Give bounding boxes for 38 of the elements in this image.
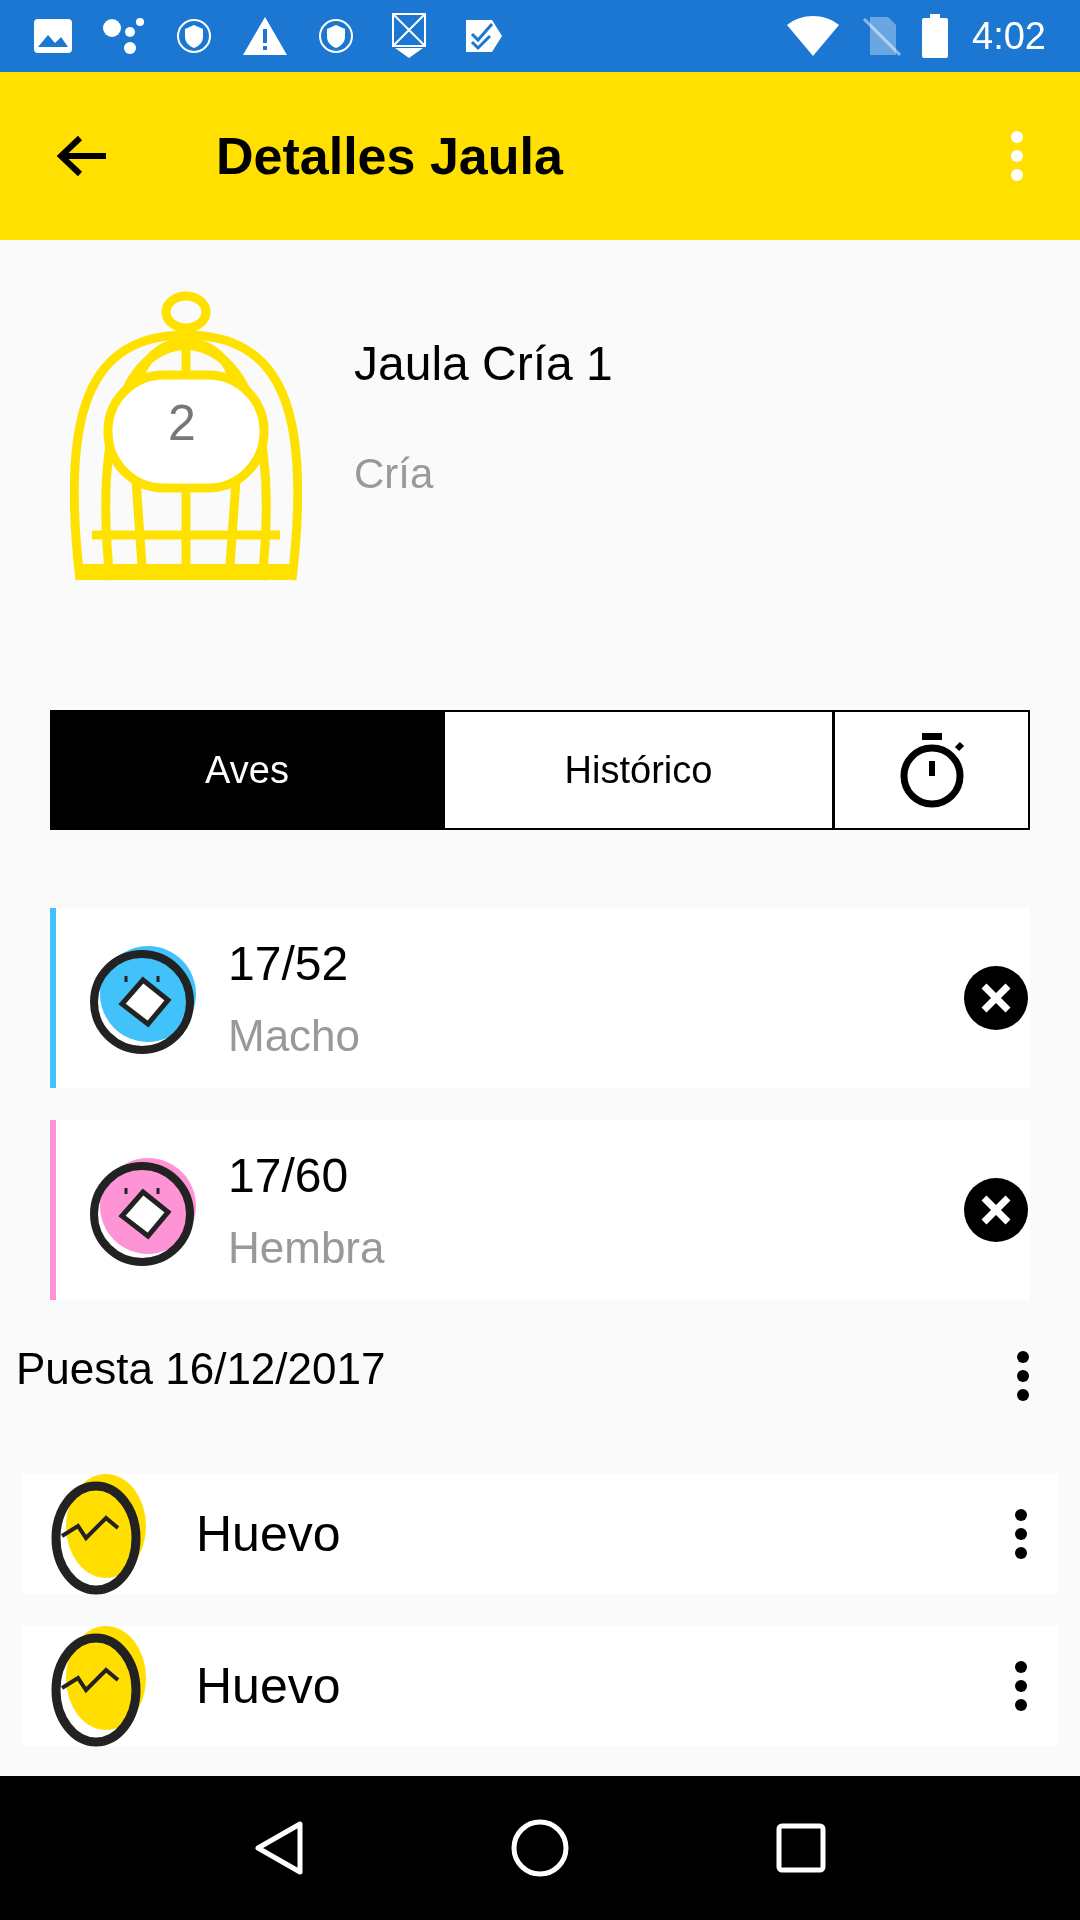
tab[interactable]: Histórico — [442, 712, 832, 828]
wifi-icon — [786, 15, 841, 57]
clock-time: 4:02 — [972, 13, 1046, 59]
shield-icon — [176, 18, 212, 54]
cage-type: Cría — [354, 449, 435, 499]
remove-icon[interactable] — [964, 966, 1028, 1030]
more-options-icon[interactable] — [1016, 1350, 1030, 1402]
bird-sex: Macho — [228, 1009, 362, 1062]
ring-number: 17/52 — [228, 935, 350, 992]
egg-label: Huevo — [196, 1656, 342, 1716]
remove-icon[interactable] — [964, 1178, 1028, 1242]
egg-card[interactable]: Huevo — [22, 1626, 1058, 1746]
cage-number: 2 — [168, 398, 196, 448]
shield-icon — [318, 18, 354, 54]
egg-card[interactable]: Huevo — [22, 1474, 1058, 1594]
more-options-icon[interactable] — [1014, 1660, 1028, 1712]
cracked-egg-icon — [50, 1624, 146, 1748]
no-sim-icon — [862, 15, 903, 57]
back-arrow-icon[interactable] — [56, 134, 108, 178]
warning-icon — [242, 16, 288, 56]
timer-tab[interactable] — [832, 712, 1028, 828]
battery-icon — [922, 14, 949, 58]
recents-icon[interactable] — [776, 1823, 827, 1873]
screen-title: Detalles Jaula — [216, 126, 563, 187]
bird-card[interactable]: 17/52 Macho — [50, 908, 1030, 1088]
cage-name: Jaula Cría 1 — [354, 336, 613, 392]
home-icon[interactable] — [511, 1819, 569, 1877]
bird-card[interactable]: 17/60 Hembra — [50, 1120, 1030, 1300]
ring-number: 17/60 — [228, 1147, 350, 1204]
dots-icon — [102, 16, 146, 56]
more-options-icon[interactable] — [1014, 1508, 1028, 1560]
tab[interactable]: Aves — [52, 712, 442, 828]
clutch-title: Puesta 16/12/2017 — [16, 1343, 387, 1395]
back-icon[interactable] — [253, 1820, 304, 1876]
egg-label: Huevo — [196, 1504, 342, 1564]
bird-sex: Hembra — [228, 1221, 386, 1274]
image-icon — [34, 19, 72, 53]
cracked-egg-icon — [50, 1472, 146, 1596]
